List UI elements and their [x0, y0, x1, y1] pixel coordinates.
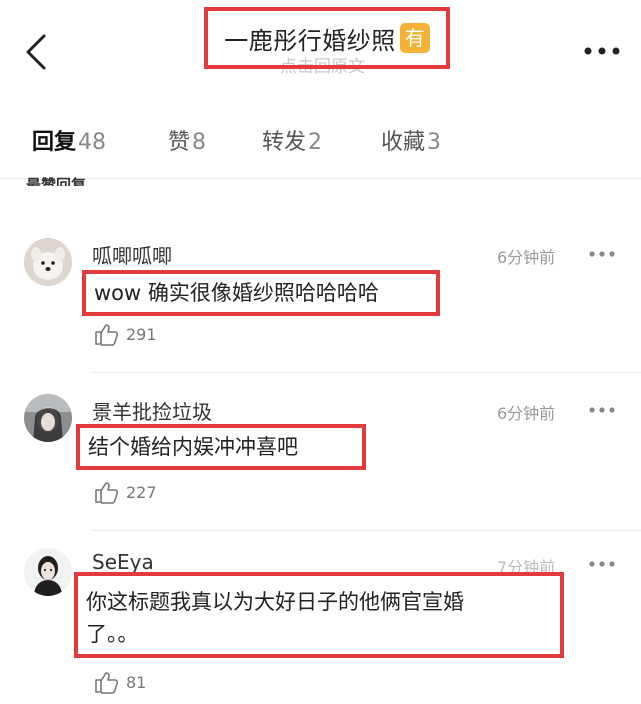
row-divider — [92, 372, 641, 373]
page-title[interactable]: 一鹿彤行婚纱照 — [224, 21, 396, 56]
thumbs-up-icon — [95, 482, 119, 504]
comment-more-icon[interactable] — [588, 560, 616, 568]
page-title-box: 一鹿彤行婚纱照 有 — [204, 7, 450, 69]
like-button[interactable]: 227 — [94, 480, 157, 504]
thumbs-up-icon — [95, 324, 119, 346]
username[interactable]: 景羊批捡垃圾 — [92, 396, 212, 425]
avatar[interactable] — [24, 394, 72, 442]
comment-text-line-2: 了。。 — [86, 622, 139, 646]
like-count: 81 — [126, 672, 147, 692]
back-chevron-icon[interactable] — [22, 32, 50, 72]
tab-replies[interactable]: 回复48 — [32, 124, 106, 156]
comment-more-icon[interactable] — [588, 406, 616, 414]
tab-likes-count: 8 — [192, 130, 207, 155]
portrait-avatar-icon — [24, 548, 72, 596]
dog-avatar-icon — [24, 238, 72, 286]
title-badge: 有 — [399, 23, 430, 53]
like-button[interactable]: 291 — [94, 322, 157, 346]
tab-favorites-count: 3 — [427, 130, 442, 155]
comment-text-line-1: 你这标题我真以为大好日子的他俩官宣婚 — [86, 590, 464, 614]
tab-reposts-label: 转发 — [262, 130, 307, 155]
tab-replies-count: 48 — [78, 130, 107, 155]
timestamp: 6分钟前 — [497, 248, 556, 267]
timestamp: 6分钟前 — [497, 404, 556, 423]
tab-bar: 回复48 赞8 转发2 收藏3 — [0, 124, 641, 164]
tab-divider — [0, 178, 641, 179]
section-label: 最赞回复 — [26, 176, 87, 186]
more-options-icon[interactable] — [582, 44, 622, 58]
tab-reposts-count: 2 — [308, 130, 323, 155]
avatar[interactable] — [24, 238, 72, 286]
username[interactable]: 呱唧呱唧 — [92, 240, 172, 269]
tab-likes[interactable]: 赞8 — [168, 124, 206, 156]
comment-text: wow 确实很像婚纱照哈哈哈哈 — [94, 281, 379, 305]
comment-text-highlight: 结个婚给内娱冲冲喜吧 — [76, 424, 366, 470]
row-divider — [92, 530, 641, 531]
tab-favorites[interactable]: 收藏3 — [381, 124, 441, 156]
comment-text-highlight: wow 确实很像婚纱照哈哈哈哈 — [82, 270, 440, 316]
weibo-comment-page: 点击回原文 一鹿彤行婚纱照 有 回复48 赞8 转发2 收藏3 最赞回复 呱唧呱… — [0, 0, 641, 704]
portrait-avatar-icon — [24, 394, 72, 442]
tab-favorites-label: 收藏 — [381, 130, 426, 155]
comment-more-icon[interactable] — [588, 250, 616, 258]
comment-text-highlight: 你这标题我真以为大好日子的他俩官宣婚 了。。 — [74, 572, 564, 658]
username[interactable]: SeEya — [92, 550, 154, 574]
tab-reposts[interactable]: 转发2 — [262, 124, 322, 156]
like-count: 227 — [126, 482, 157, 502]
avatar[interactable] — [24, 548, 72, 596]
tab-replies-label: 回复 — [32, 130, 77, 155]
like-button[interactable]: 81 — [94, 670, 146, 694]
comment-text: 结个婚给内娱冲冲喜吧 — [88, 435, 298, 459]
tab-likes-label: 赞 — [168, 130, 191, 155]
thumbs-up-icon — [95, 672, 119, 694]
like-count: 291 — [126, 324, 157, 344]
